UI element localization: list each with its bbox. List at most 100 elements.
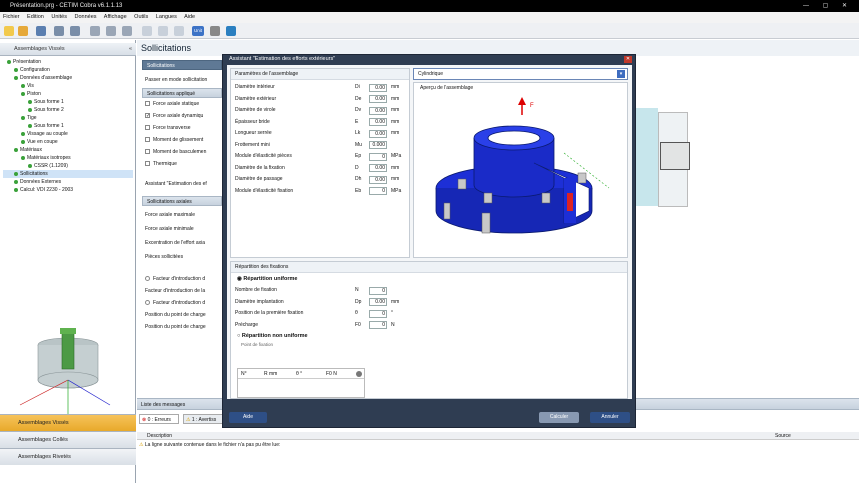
intro-factor-3[interactable]: Facteur d'introduction d xyxy=(142,297,222,309)
paste-icon[interactable] xyxy=(122,26,132,36)
tree-item[interactable]: Présentation xyxy=(3,58,133,66)
checkbox-icon[interactable]: ✓ xyxy=(145,113,150,119)
shape-select[interactable]: Cylindrique ▾ xyxy=(413,68,628,80)
tree-item[interactable]: Sous forme 1 xyxy=(3,122,133,130)
tree-item[interactable]: Vue en coupe xyxy=(3,138,133,146)
param-unit: ° xyxy=(391,310,393,316)
save-icon[interactable] xyxy=(36,26,46,36)
param-label: Nombre de fixation xyxy=(235,287,277,293)
param-symbol: Mu xyxy=(355,141,362,148)
tree-item[interactable]: Sous forme 1 xyxy=(3,98,133,106)
checkbox-icon[interactable] xyxy=(145,137,150,143)
checkbox-icon[interactable] xyxy=(145,149,150,155)
param-input[interactable]: 0 xyxy=(369,152,387,161)
cancel-button[interactable]: Annuler xyxy=(590,412,630,423)
param-input[interactable]: 0 xyxy=(369,321,387,329)
left-panel: Assemblages Vissés « Présentation Configur… xyxy=(0,40,136,483)
zoom-icon[interactable] xyxy=(158,26,168,36)
param-input[interactable]: 0.00 xyxy=(369,129,387,138)
chevron-down-icon[interactable]: ▾ xyxy=(617,70,625,78)
copy-icon[interactable] xyxy=(106,26,116,36)
menu-outils[interactable]: Outils xyxy=(134,14,148,20)
param-label: Frottement mini xyxy=(235,141,270,148)
param-input[interactable]: 0.00 xyxy=(369,106,387,115)
uniform-radio[interactable]: ◉ Répartition uniforme xyxy=(231,273,627,285)
cut-icon[interactable] xyxy=(90,26,100,36)
help-button[interactable]: Aide xyxy=(229,412,267,423)
checkbox-icon[interactable] xyxy=(145,161,150,167)
tree-item[interactable]: Sollicitations xyxy=(3,170,133,178)
page-icon[interactable] xyxy=(174,26,184,36)
load-checkbox[interactable]: Force axiale statique xyxy=(142,98,222,110)
param-input[interactable]: 0.00 xyxy=(369,95,387,103)
menu-fichier[interactable]: Fichier xyxy=(3,14,20,20)
distribution-group: Répartition des fixations ◉ Répartition … xyxy=(230,261,628,399)
open-icon[interactable] xyxy=(18,26,28,36)
checkbox-icon[interactable] xyxy=(145,101,150,107)
tab-warnings[interactable]: ⚠ 1 : Avertiss xyxy=(183,414,223,424)
tree-item[interactable]: Données Externes xyxy=(3,178,133,186)
load-checkbox[interactable]: Moment de glissement xyxy=(142,134,222,146)
message-row[interactable]: ⚠ La ligne suivante contenue dans le fic… xyxy=(139,441,857,449)
tree-item[interactable]: CSSR (1.1209) xyxy=(3,162,133,170)
nav-assemblages-visses[interactable]: Assemblages Vissés xyxy=(0,414,136,431)
param-input[interactable]: 0.00 xyxy=(369,164,387,172)
param-unit: N xyxy=(391,321,395,328)
tree-item[interactable]: Vissage au couple xyxy=(3,130,133,138)
intro-factor-1[interactable]: Facteur d'introduction d xyxy=(142,273,222,285)
nav-assemblages-rivetes[interactable]: Assemblages Rivetés xyxy=(0,448,136,465)
param-unit: mm xyxy=(391,95,400,102)
nav-assemblages-colles[interactable]: Assemblages Collés xyxy=(0,431,136,448)
new-icon[interactable] xyxy=(4,26,14,36)
undo-icon[interactable] xyxy=(54,26,64,36)
param-input[interactable]: 0.000 xyxy=(369,141,387,149)
param-input[interactable]: 0.00 xyxy=(369,175,387,184)
tree-item-label: Matériaux xyxy=(20,147,42,153)
status-icon xyxy=(14,147,18,152)
close-icon[interactable]: ✕ xyxy=(624,56,632,63)
tree-item[interactable]: Tige xyxy=(3,114,133,122)
tree-item[interactable]: Matériaux isotropes xyxy=(3,154,133,162)
param-input[interactable]: 0 xyxy=(369,309,387,318)
checkbox-icon[interactable] xyxy=(145,125,150,131)
load-checkbox[interactable]: Moment de basculemen xyxy=(142,146,222,158)
status-icon xyxy=(21,139,25,144)
window-title: Présentation.prg - CETIM Cobra v6.1.1.13 xyxy=(10,3,123,9)
tree-item[interactable]: Piston xyxy=(3,90,133,98)
points-grid[interactable]: N° R mm θ ° F0 N xyxy=(237,368,365,398)
tools-icon[interactable] xyxy=(210,26,220,36)
menu-langues[interactable]: Langues xyxy=(156,14,177,20)
param-input[interactable]: 0 xyxy=(369,187,387,195)
window-controls[interactable]: — ▢ ✕ xyxy=(803,0,853,12)
menu-edition[interactable]: Edition xyxy=(27,14,44,20)
print-icon[interactable] xyxy=(142,26,152,36)
tree-item[interactable]: Matériaux xyxy=(3,146,133,154)
load-checkbox[interactable]: Thermique xyxy=(142,158,222,170)
tree-item[interactable]: Vis xyxy=(3,82,133,90)
menu-donnees[interactable]: Données xyxy=(75,14,97,20)
param-row: Diamètre de virole Dv 0.00 mm xyxy=(235,105,409,117)
param-input[interactable]: 0.00 xyxy=(369,83,387,92)
param-input[interactable]: 0 xyxy=(369,286,387,295)
menu-aide[interactable]: Aide xyxy=(184,14,195,20)
load-checkbox[interactable]: Force transverse xyxy=(142,122,222,134)
tab-errors[interactable]: ⊗ 0 : Erreurs xyxy=(139,414,179,424)
param-input[interactable]: 0.00 xyxy=(369,118,387,126)
redo-icon[interactable] xyxy=(70,26,80,36)
calculate-button[interactable]: Calculer xyxy=(539,412,579,423)
collapse-icon[interactable]: « xyxy=(129,43,132,56)
status-icon xyxy=(28,107,32,112)
menu-affichage[interactable]: Affichage xyxy=(104,14,127,20)
param-input[interactable]: 0.00 xyxy=(369,298,387,306)
tree-item[interactable]: Calcul: VDI 2230 - 2003 xyxy=(3,186,133,194)
load-checkbox[interactable]: ✓ Force axiale dynamiqu xyxy=(142,110,222,122)
nonuniform-radio[interactable]: ○ Répartition non uniforme xyxy=(231,331,627,341)
vdi-icon[interactable] xyxy=(226,26,236,36)
tree-item[interactable]: Données d'assemblage xyxy=(3,74,133,82)
unit-button[interactable]: Unit xyxy=(192,26,204,36)
col-r: R mm xyxy=(264,371,278,377)
menu-unites[interactable]: Unités xyxy=(51,14,67,20)
tree-item[interactable]: Configuration xyxy=(3,66,133,74)
add-point-icon[interactable] xyxy=(356,371,362,377)
tree-item[interactable]: Sous forme 2 xyxy=(3,106,133,114)
